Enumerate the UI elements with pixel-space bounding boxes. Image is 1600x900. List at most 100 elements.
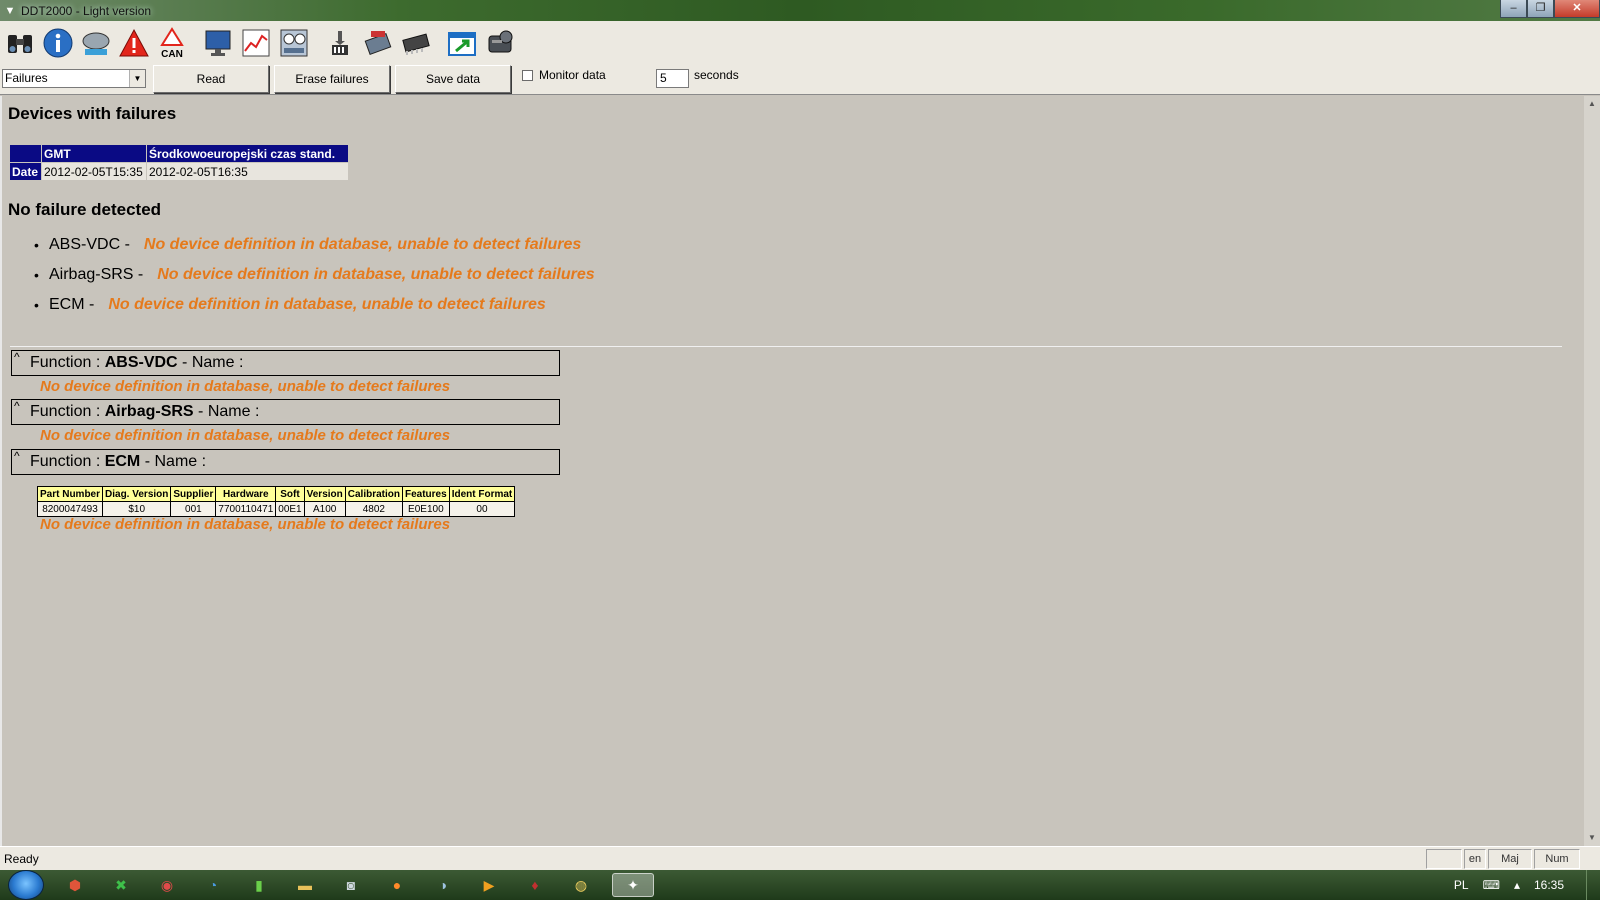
taskbar: ⬢ ✖ ◉ ◔ ▮ ▬ ◙ ● ◑ ▶ ♦ ◍ ✦ PL ⌨ ▴ 16:35 <box>0 870 1600 900</box>
warning-icon[interactable] <box>116 24 152 62</box>
window-controls: ‒ ❐ ✕ <box>1500 0 1600 18</box>
date-table-corner <box>9 144 42 163</box>
function-header-abs-vdc[interactable]: ^ Function : ABS-VDC - Name : <box>11 350 560 376</box>
date-row-label: Date <box>9 162 42 181</box>
erase-failures-button[interactable]: Erase failures <box>274 65 390 93</box>
date-table: GMT Środkowoeuropejski czas stand. Date … <box>9 144 349 181</box>
programming-icon[interactable] <box>360 24 396 62</box>
taskbar-app-icon[interactable]: ◔ <box>198 873 228 897</box>
start-button[interactable] <box>8 870 44 900</box>
function-suffix: - Name : <box>193 403 260 420</box>
ecm-header: Diag. Version <box>102 486 172 502</box>
device-list: ABS-VDC - No device definition in databas… <box>34 236 595 326</box>
window-export-icon[interactable] <box>444 24 480 62</box>
tray-clock[interactable]: 16:35 <box>1534 878 1564 892</box>
can-icon[interactable]: CAN <box>154 24 190 62</box>
camera-icon[interactable]: ◙ <box>336 873 366 897</box>
taskbar-app-icon[interactable]: ⬢ <box>60 873 90 897</box>
function-prefix: Function : <box>30 403 105 420</box>
date-local-value: 2012-02-05T16:35 <box>146 162 349 181</box>
list-item: Airbag-SRS - No device definition in data… <box>34 266 595 296</box>
function-message: No device definition in database, unable… <box>40 516 451 533</box>
status-text: Ready <box>4 852 39 866</box>
collapse-caret-icon[interactable]: ^ <box>14 350 20 364</box>
ecm-cell: A100 <box>303 501 346 517</box>
can-label: CAN <box>161 49 183 59</box>
system-tray: PL ⌨ ▴ 16:35 <box>1454 870 1600 900</box>
page-title: Devices with failures <box>8 104 177 123</box>
mode-select[interactable]: Failures ▼ <box>2 69 146 88</box>
dashboard-icon[interactable] <box>276 24 312 62</box>
ecm-header: Soft <box>275 486 305 502</box>
function-message: No device definition in database, unable… <box>40 427 451 444</box>
status-bar: Ready en Maj Num <box>0 846 1600 870</box>
monitor-data-checkbox[interactable] <box>522 70 533 81</box>
collapse-caret-icon[interactable]: ^ <box>14 399 20 413</box>
scroll-down-icon[interactable]: ▼ <box>1584 830 1600 846</box>
app-icon[interactable]: ▼ <box>3 4 17 18</box>
window-title: DDT2000 - Light version <box>21 3 152 18</box>
chart-icon[interactable] <box>238 24 274 62</box>
function-prefix: Function : <box>30 354 105 371</box>
close-button[interactable]: ✕ <box>1554 0 1600 18</box>
status-caps: Maj <box>1488 849 1532 869</box>
collapse-caret-icon[interactable]: ^ <box>14 449 20 463</box>
monitor-data-label[interactable]: Monitor data <box>539 68 606 82</box>
chip-icon[interactable] <box>398 24 434 62</box>
function-suffix: - Name : <box>140 453 207 470</box>
binoculars-icon[interactable] <box>2 24 38 62</box>
taskbar-app-icon[interactable]: ◉ <box>152 873 182 897</box>
ecm-header: Supplier <box>170 486 217 502</box>
ecm-cell: 00 <box>448 501 516 517</box>
tray-language[interactable]: PL <box>1454 878 1469 892</box>
monitor-icon[interactable] <box>200 24 236 62</box>
tray-expand-icon[interactable]: ▴ <box>1514 878 1520 892</box>
show-desktop-button[interactable] <box>1586 870 1600 900</box>
ecu-icon[interactable] <box>78 24 114 62</box>
keyboard-icon[interactable]: ⌨ <box>1483 878 1500 892</box>
function-header-airbag-srs[interactable]: ^ Function : Airbag-SRS - Name : <box>11 399 560 425</box>
taskbar-app-icon[interactable]: ◍ <box>566 873 596 897</box>
function-suffix: - Name : <box>177 354 244 371</box>
media-player-icon[interactable]: ▶ <box>474 873 504 897</box>
info-icon[interactable] <box>40 24 76 62</box>
status-lang: en <box>1464 849 1486 869</box>
report-view: Devices with failures GMT Środkowoeurope… <box>0 96 1584 846</box>
ecm-header: Features <box>402 486 450 502</box>
no-failure-title: No failure detected <box>8 200 162 219</box>
firefox-icon[interactable]: ● <box>382 873 412 897</box>
function-name: Airbag-SRS <box>104 403 194 420</box>
scroll-up-icon[interactable]: ▲ <box>1584 96 1600 112</box>
transfer-icon[interactable] <box>322 24 358 62</box>
taskbar-app-icon[interactable]: ▮ <box>244 873 274 897</box>
mode-select-value: Failures <box>5 71 48 85</box>
minimize-button[interactable]: ‒ <box>1500 0 1527 18</box>
device-name: ECM - <box>49 296 95 313</box>
function-message: No device definition in database, unable… <box>40 378 451 395</box>
save-data-button[interactable]: Save data <box>395 65 511 93</box>
taskbar-app-icon[interactable]: ♦ <box>520 873 550 897</box>
engine-icon[interactable] <box>482 24 518 62</box>
ecm-header: Version <box>303 486 346 502</box>
device-message: No device definition in database, unable… <box>108 296 546 313</box>
seconds-label: seconds <box>694 68 739 82</box>
read-button[interactable]: Read <box>153 65 269 93</box>
ecm-cell: $10 <box>102 501 172 517</box>
date-gmt-value: 2012-02-05T15:35 <box>41 162 147 181</box>
maximize-button[interactable]: ❐ <box>1527 0 1554 18</box>
taskbar-app-icon[interactable]: ◑ <box>428 873 458 897</box>
function-prefix: Function : <box>30 453 105 470</box>
chevron-down-icon[interactable]: ▼ <box>129 70 145 87</box>
date-table-header-gmt: GMT <box>41 144 147 163</box>
divider <box>10 346 1562 347</box>
interval-input[interactable]: 5 <box>656 69 689 88</box>
status-panel-empty <box>1426 849 1462 869</box>
ecm-cell: 001 <box>170 501 217 517</box>
vertical-scrollbar[interactable]: ▲ ▼ <box>1584 96 1600 846</box>
ecm-cell: E0E100 <box>402 501 450 517</box>
ecm-cell: 4802 <box>344 501 404 517</box>
function-header-ecm[interactable]: ^ Function : ECM - Name : <box>11 449 560 475</box>
ddt2000-taskbar-icon[interactable]: ✦ <box>612 873 654 897</box>
folder-icon[interactable]: ▬ <box>290 873 320 897</box>
excel-icon[interactable]: ✖ <box>106 873 136 897</box>
